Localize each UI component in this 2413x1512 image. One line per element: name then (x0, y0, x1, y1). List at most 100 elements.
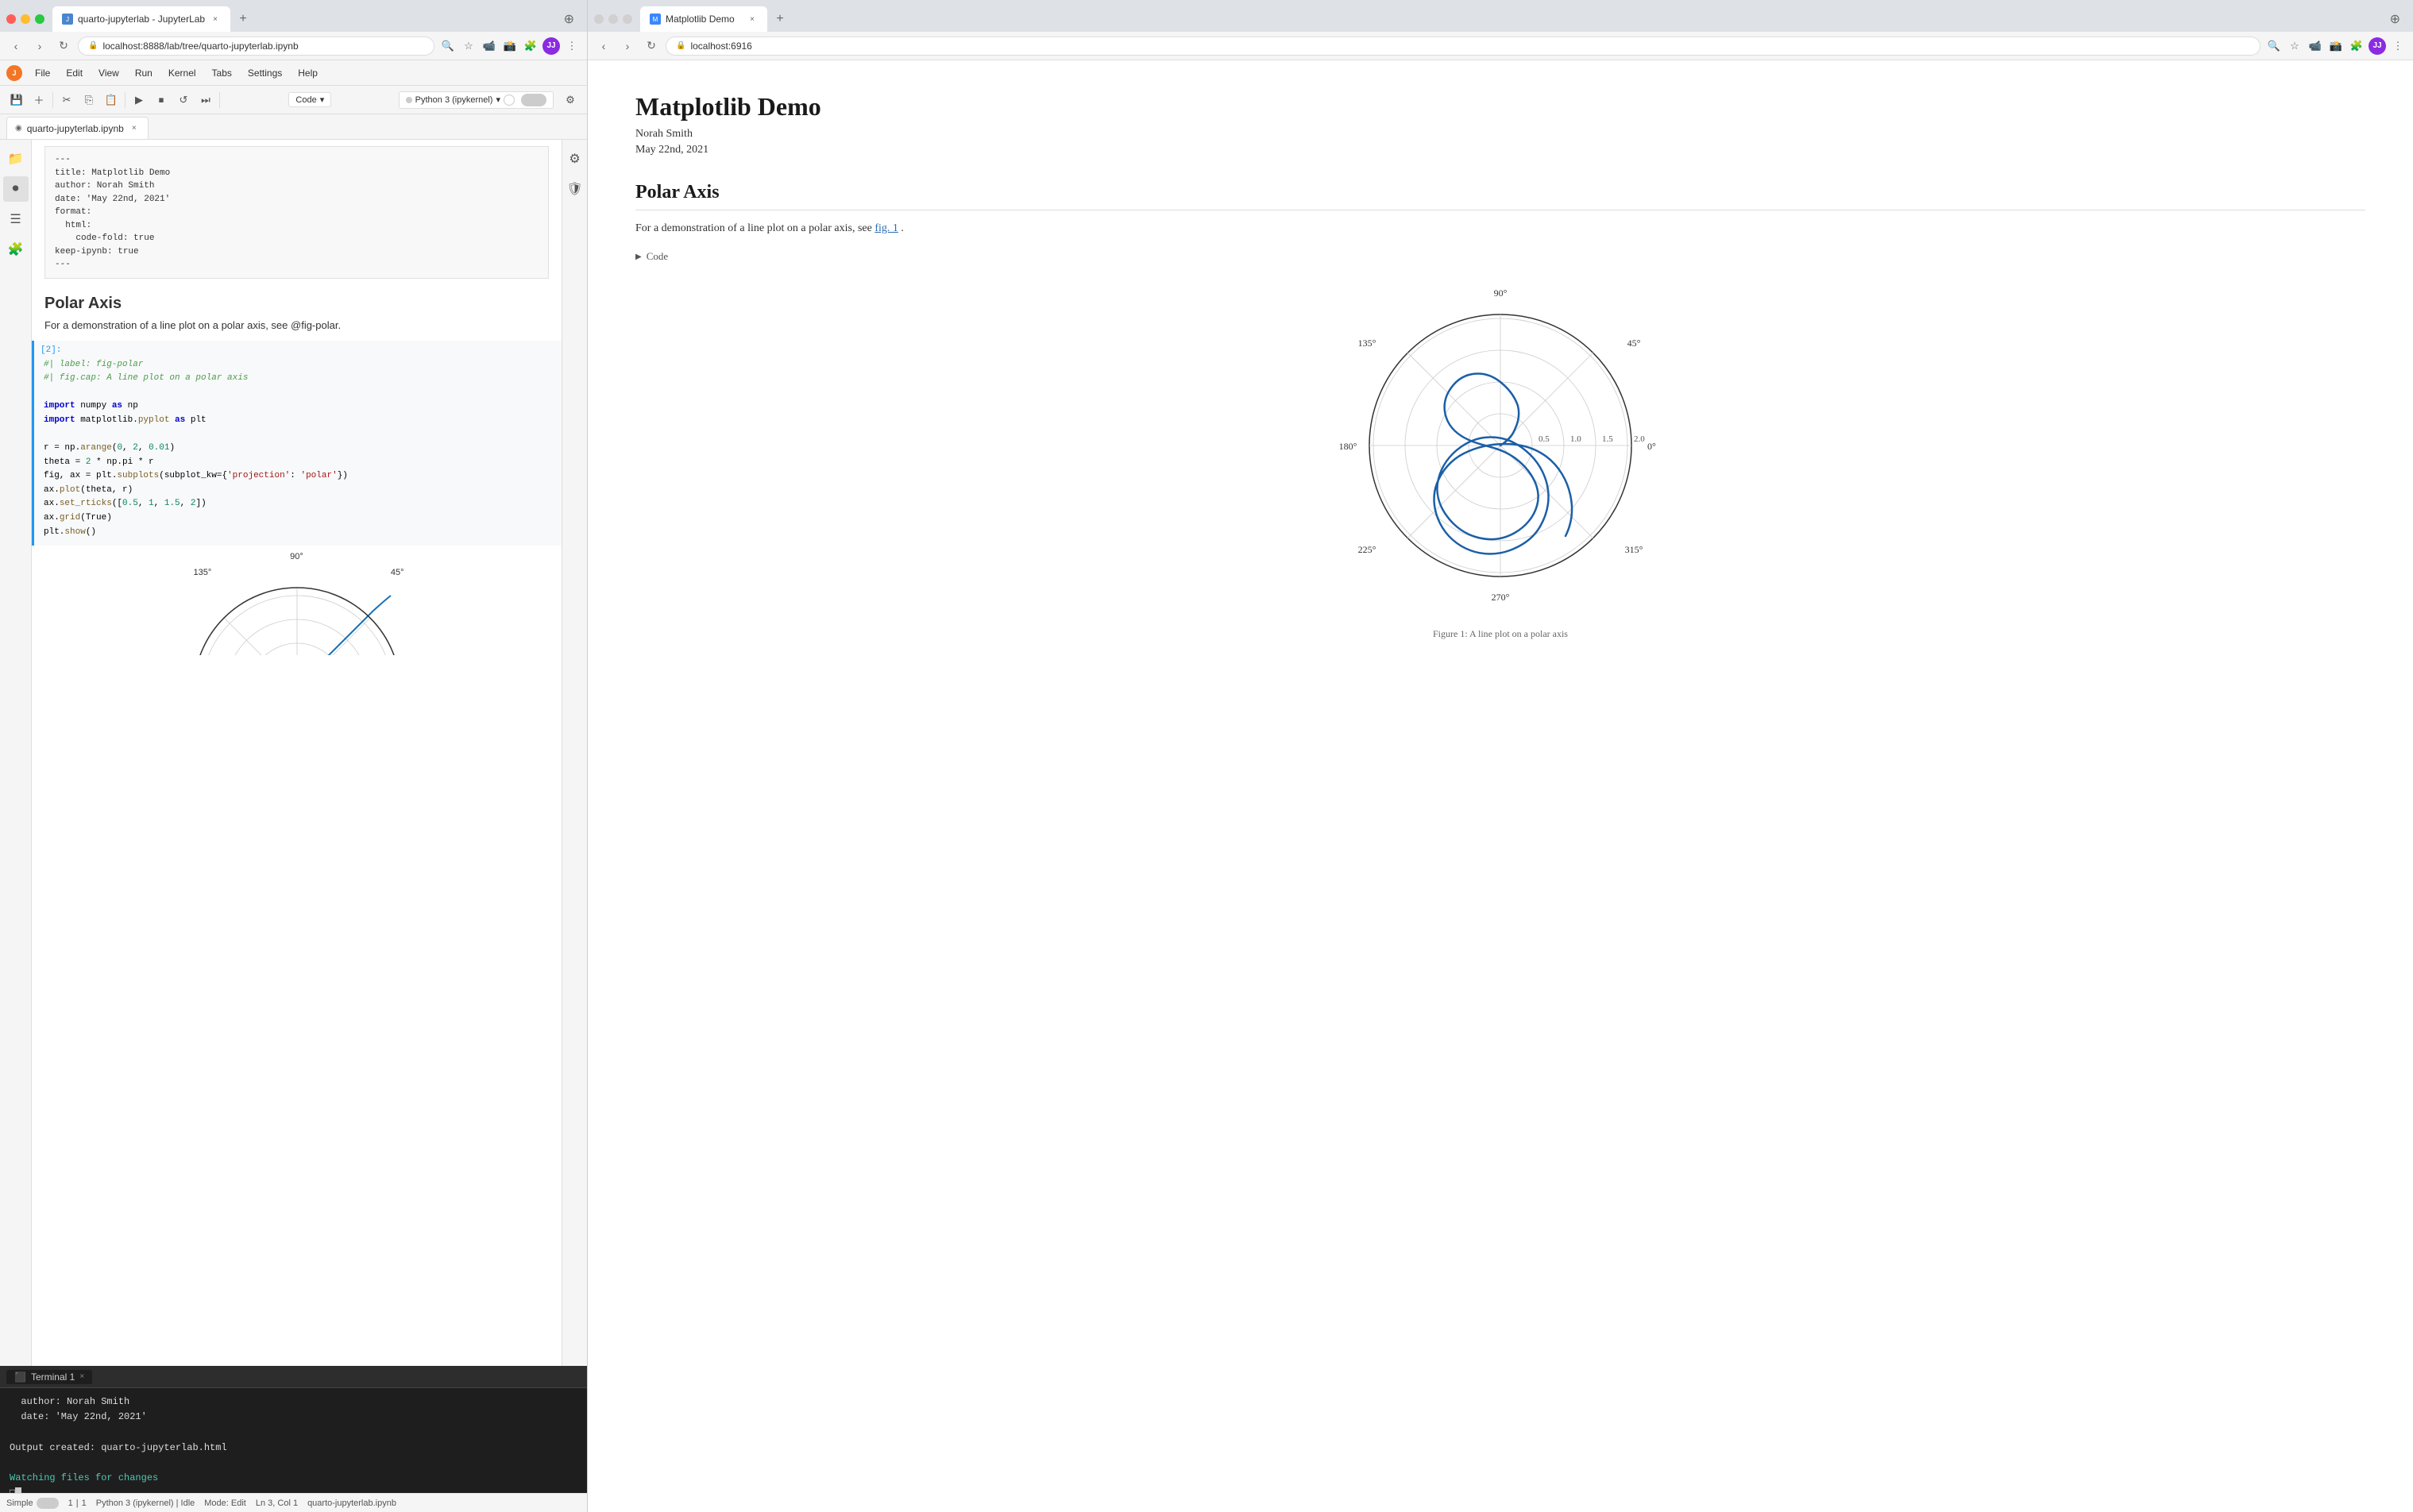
code-cell-2[interactable]: [2]: #| label: fig-polar #| fig.cap: A l… (32, 341, 562, 546)
label-270-deg: 270° (1492, 592, 1510, 603)
profile-avatar[interactable]: JJ (542, 37, 560, 55)
cell-number-2: [2]: (34, 341, 562, 355)
status-file-name: quarto-jupyterlab.ipynb (307, 1498, 396, 1508)
kernel-select[interactable]: Python 3 (ipykernel) ▾ (399, 91, 554, 109)
right-tab-bar: M Matplotlib Demo × + ⊕ (588, 0, 2413, 32)
menu-run[interactable]: Run (129, 66, 159, 80)
right-video-icon[interactable]: 📹 (2307, 37, 2324, 55)
right-panel-gear-icon[interactable]: ⚙ (562, 146, 588, 172)
add-cell-button[interactable]: ＋ (29, 90, 49, 110)
bookmark-icon[interactable]: ☆ (460, 37, 477, 55)
notebook-content-area[interactable]: --- title: Matplotlib Demo author: Norah… (32, 140, 562, 1366)
status-simple-label: Simple (6, 1498, 33, 1508)
quarto-polar-axis-section: Polar Axis (635, 182, 2365, 210)
terminal-line-1: author: Norah Smith (10, 1394, 577, 1410)
quarto-tab-close-button[interactable]: × (747, 14, 758, 25)
new-tab-button[interactable]: + (232, 8, 254, 30)
polar-plot-svg-partial (146, 564, 448, 655)
browser-toolbar: 🔍 ☆ 📹 📸 🧩 JJ ⋮ (439, 37, 581, 55)
menu-tabs[interactable]: Tabs (206, 66, 238, 80)
simple-mode-toggle[interactable] (37, 1498, 59, 1509)
right-minimize-window-button[interactable] (608, 14, 618, 24)
right-extensions-icon[interactable]: ⊕ (2390, 11, 2407, 27)
cell-type-select[interactable]: Code ▾ (288, 92, 331, 107)
close-window-button[interactable] (6, 14, 16, 24)
sidebar-icons: 📁 ⏺ ☰ 🧩 (0, 140, 32, 1366)
right-new-tab-button[interactable]: + (769, 8, 791, 30)
menu-edit[interactable]: Edit (60, 66, 89, 80)
notebook-file-tab[interactable]: ◉ quarto-jupyterlab.ipynb × (6, 117, 149, 139)
run-button[interactable]: ▶ (129, 90, 149, 110)
quarto-tab[interactable]: M Matplotlib Demo × (640, 6, 767, 32)
code-line-empty (44, 386, 552, 400)
menu-kernel[interactable]: Kernel (162, 66, 203, 80)
right-profile-avatar[interactable]: JJ (2369, 37, 2386, 55)
more-menu-icon[interactable]: ⋮ (563, 37, 581, 55)
sidebar-commands-icon[interactable]: ☰ (3, 206, 29, 232)
restart-button[interactable]: ↺ (173, 90, 194, 110)
right-extensions-icon2[interactable]: 🧩 (2348, 37, 2365, 55)
sidebar-files-icon[interactable]: 📁 (3, 146, 29, 172)
right-back-button[interactable]: ‹ (594, 37, 613, 56)
toolbar-separator-1 (52, 92, 53, 108)
right-screenshot-icon[interactable]: 📸 (2327, 37, 2345, 55)
back-button[interactable]: ‹ (6, 37, 25, 56)
jupyter-main-area: 📁 ⏺ ☰ 🧩 --- title: Matplotlib Demo autho… (0, 140, 587, 1366)
video-icon[interactable]: 📹 (481, 37, 498, 55)
maximize-window-button[interactable] (35, 14, 44, 24)
terminal-content[interactable]: author: Norah Smith date: 'May 22nd, 202… (0, 1388, 587, 1507)
copy-button[interactable]: ⎘ (79, 90, 99, 110)
terminal-tab-bar: ⬛ Terminal 1 × (0, 1366, 587, 1388)
screenshot-icon[interactable]: 📸 (501, 37, 519, 55)
sidebar-extensions-icon[interactable]: 🧩 (3, 237, 29, 262)
cut-button[interactable]: ✂ (56, 90, 77, 110)
forward-button[interactable]: › (30, 37, 49, 56)
search-browser-icon[interactable]: 🔍 (439, 37, 457, 55)
menu-settings[interactable]: Settings (241, 66, 288, 80)
right-more-menu-icon[interactable]: ⋮ (2389, 37, 2407, 55)
settings-icon[interactable]: ⚙ (560, 90, 581, 110)
menu-file[interactable]: File (29, 66, 56, 80)
right-close-window-button[interactable] (594, 14, 604, 24)
right-bookmark-icon[interactable]: ☆ (2286, 37, 2303, 55)
extensions-icon[interactable]: 🧩 (522, 37, 539, 55)
right-panel-shield-icon[interactable]: 🛡 (562, 176, 588, 202)
right-url-text: localhost:6916 (690, 40, 751, 52)
notebook-tab-close-button[interactable]: × (129, 123, 140, 134)
right-maximize-window-button[interactable] (623, 14, 632, 24)
stop-button[interactable]: ⏹ (151, 90, 172, 110)
paste-button[interactable]: 📋 (101, 90, 122, 110)
reload-button[interactable]: ↻ (54, 37, 73, 56)
right-url-input[interactable]: 🔒 localhost:6916 (666, 37, 2260, 56)
right-search-icon[interactable]: 🔍 (2265, 37, 2283, 55)
code-line-4: import matplotlib.pyplot as plt (44, 414, 552, 428)
skip-button[interactable]: ⏭ (195, 90, 216, 110)
sidebar-running-icon[interactable]: ⏺ (3, 176, 29, 202)
left-address-bar: ‹ › ↻ 🔒 localhost:8888/lab/tree/quarto-j… (0, 32, 587, 60)
right-panel-icons: ⚙ 🛡 (562, 140, 587, 1366)
code-content-2[interactable]: #| label: fig-polar #| fig.cap: A line p… (34, 355, 562, 546)
menu-help[interactable]: Help (291, 66, 324, 80)
right-reload-button[interactable]: ↻ (642, 37, 661, 56)
menu-view[interactable]: View (92, 66, 125, 80)
yaml-frontmatter-cell[interactable]: --- title: Matplotlib Demo author: Norah… (44, 146, 549, 279)
code-toggle-button[interactable]: ▶ Code (635, 250, 2365, 263)
terminal-1-tab[interactable]: ⬛ Terminal 1 × (6, 1370, 92, 1384)
terminal-close-button[interactable]: × (79, 1372, 84, 1381)
notebook-tab-label: quarto-jupyterlab.ipynb (27, 123, 124, 134)
minimize-window-button[interactable] (21, 14, 30, 24)
jupyter-tab[interactable]: J quarto-jupyterlab - JupyterLab × (52, 6, 230, 32)
polar-chart-wrapper: 0.5 1.0 1.5 2.0 90° 135° 45° 0° 315° 270… (1334, 279, 1667, 612)
quarto-description-prefix: For a demonstration of a line plot on a … (635, 222, 874, 234)
kernel-toggle[interactable] (521, 94, 546, 106)
quarto-fig-link[interactable]: fig. 1 (874, 222, 898, 234)
url-input[interactable]: 🔒 localhost:8888/lab/tree/quarto-jupyter… (78, 37, 434, 56)
terminal-area: ⬛ Terminal 1 × author: Norah Smith date:… (0, 1366, 587, 1493)
status-mode: Mode: Edit (204, 1498, 246, 1508)
browser-extensions-icon[interactable]: ⊕ (564, 11, 581, 27)
kernel-name: Python 3 (ipykernel) (415, 95, 493, 105)
figure-1-caption: Figure 1: A line plot on a polar axis (635, 628, 2365, 640)
jupyter-tab-close-button[interactable]: × (210, 14, 221, 25)
right-forward-button[interactable]: › (618, 37, 637, 56)
save-button[interactable]: 💾 (6, 90, 27, 110)
